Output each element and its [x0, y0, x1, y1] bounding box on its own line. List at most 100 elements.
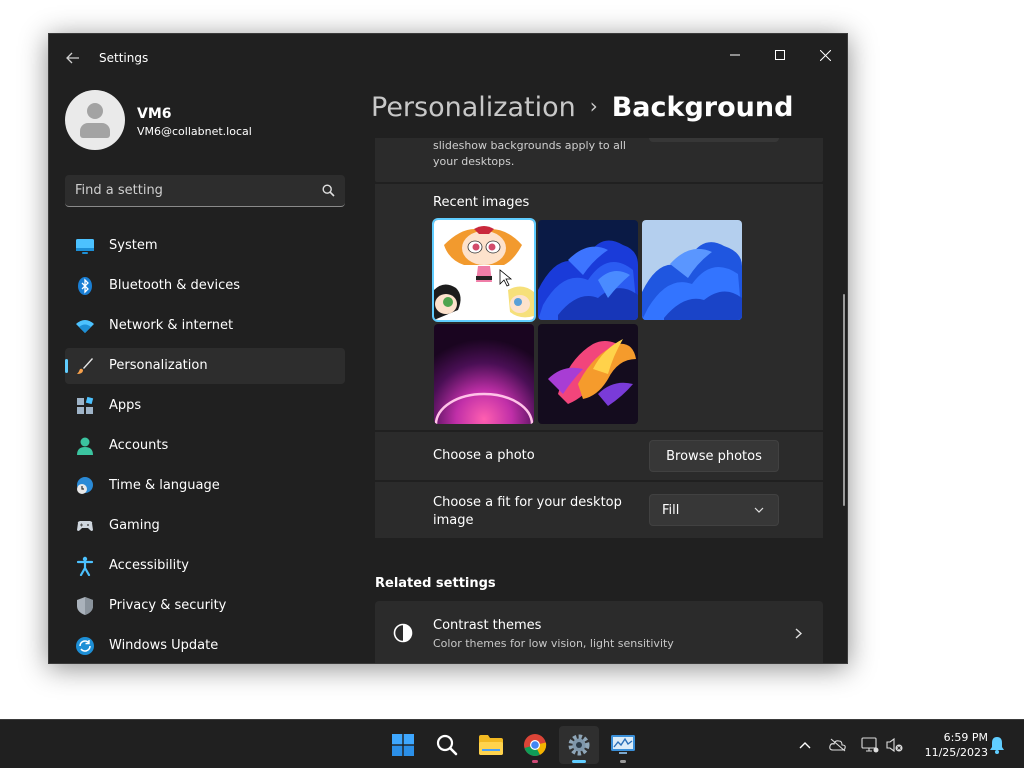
sidebar-item-label: Time & language [109, 478, 220, 493]
sidebar-item-privacy[interactable]: Privacy & security [65, 588, 345, 624]
chevron-up-icon [799, 742, 811, 749]
sidebar-item-accounts[interactable]: Accounts [65, 428, 345, 464]
back-button[interactable] [61, 48, 85, 68]
recent-images-card: Recent images [375, 184, 823, 430]
contrast-themes-card[interactable]: Contrast themes Color themes for low vis… [375, 601, 823, 663]
taskbar-clock[interactable]: 6:59 PM 11/25/2023 [912, 730, 988, 760]
active-indicator [572, 760, 586, 763]
brush-icon [77, 358, 93, 374]
sidebar-item-label: System [109, 238, 158, 253]
chevron-right-icon [795, 628, 802, 639]
fit-dropdown[interactable]: Fill [649, 494, 779, 526]
sidebar-item-label: Gaming [109, 518, 160, 533]
clock-time: 6:59 PM [943, 731, 988, 744]
breadcrumb: Personalization › Background [371, 92, 793, 123]
globe-clock-icon [77, 477, 93, 494]
settings-app-button[interactable] [559, 726, 599, 764]
contrast-icon [393, 623, 413, 643]
sidebar-item-apps[interactable]: Apps [65, 388, 345, 424]
recent-image-2[interactable] [538, 220, 638, 320]
blue-bloom-dark-image [538, 220, 638, 320]
recent-image-5[interactable] [538, 324, 638, 424]
sidebar-item-windows-update[interactable]: Windows Update [65, 628, 345, 663]
recent-image-3[interactable] [642, 220, 742, 320]
volume-tray-button[interactable] [886, 736, 904, 754]
browse-photos-label: Browse photos [666, 448, 762, 464]
search-icon [322, 184, 335, 197]
gamepad-icon [77, 521, 93, 531]
breadcrumb-separator: › [589, 94, 598, 118]
title-bar: Settings [49, 34, 847, 82]
sidebar-item-label: Bluetooth & devices [109, 278, 240, 293]
choose-fit-row: Choose a fit for your desktop image Fill [375, 482, 823, 538]
main-content: slideshow backgrounds apply to all your … [375, 138, 847, 663]
close-button[interactable] [805, 40, 845, 70]
search-box[interactable]: Find a setting [65, 175, 345, 207]
recent-image-4[interactable] [434, 324, 534, 424]
system-icon [76, 239, 94, 254]
search-icon [436, 734, 458, 756]
running-indicator [620, 760, 626, 763]
windows-logo-icon [392, 734, 414, 756]
search-input[interactable]: Find a setting [75, 183, 163, 198]
clock-date: 11/25/2023 [924, 746, 988, 759]
chevron-down-icon [754, 507, 764, 513]
resource-monitor-button[interactable] [603, 726, 643, 764]
monitor-chart-icon [611, 735, 635, 754]
tray-overflow-button[interactable] [796, 736, 814, 754]
sidebar-item-label: Apps [109, 398, 142, 413]
fit-dropdown-value: Fill [662, 502, 680, 518]
contrast-themes-description: Color themes for low vision, light sensi… [433, 637, 674, 650]
chrome-icon [524, 734, 547, 756]
person-icon [77, 437, 93, 455]
notifications-button[interactable] [988, 736, 1006, 754]
sidebar-item-label: Network & internet [109, 318, 234, 333]
sidebar-item-accessibility[interactable]: Accessibility [65, 548, 345, 584]
sidebar-item-personalization[interactable]: Personalization [65, 348, 345, 384]
page-title: Background [611, 92, 794, 123]
sidebar-item-label: Privacy & security [109, 598, 227, 613]
running-indicator [532, 760, 538, 763]
file-explorer-button[interactable] [471, 726, 511, 764]
sidebar-item-bluetooth[interactable]: Bluetooth & devices [65, 268, 345, 304]
cutoff-button[interactable] [649, 138, 779, 142]
choose-fit-label: Choose a fit for your desktop image [433, 495, 622, 528]
settings-window: Settings VM6 VM6@collabnet.local Find a … [48, 33, 848, 664]
breadcrumb-parent[interactable]: Personalization [371, 92, 576, 123]
cloud-offline-icon [829, 738, 846, 752]
sidebar-item-label: Accessibility [109, 558, 189, 573]
onedrive-tray-button[interactable] [829, 736, 847, 754]
start-button[interactable] [383, 726, 423, 764]
slideshow-note: slideshow backgrounds apply to all your … [433, 139, 626, 168]
network-icon [861, 737, 879, 753]
related-settings-heading: Related settings [375, 576, 496, 591]
sidebar-nav: System Bluetooth & devices Network & int… [65, 228, 345, 663]
user-name: VM6 [137, 106, 172, 122]
taskbar-search-button[interactable] [427, 726, 467, 764]
bluetooth-icon [78, 277, 92, 295]
browse-photos-button[interactable]: Browse photos [649, 440, 779, 472]
selection-indicator [65, 359, 68, 373]
sidebar-item-network[interactable]: Network & internet [65, 308, 345, 344]
network-tray-button[interactable] [861, 736, 879, 754]
sidebar-item-gaming[interactable]: Gaming [65, 508, 345, 544]
recent-images-label: Recent images [433, 195, 530, 210]
avatar [65, 90, 125, 150]
recent-image-1[interactable] [434, 220, 534, 320]
taskbar: 6:59 PM 11/25/2023 [0, 719, 1024, 768]
accessibility-icon [76, 556, 94, 576]
wifi-icon [76, 320, 94, 333]
contrast-themes-title: Contrast themes [433, 618, 542, 633]
chrome-button[interactable] [515, 726, 555, 764]
slideshow-card: slideshow backgrounds apply to all your … [375, 138, 823, 182]
minimize-button[interactable] [715, 40, 755, 70]
app-title: Settings [99, 51, 149, 65]
sidebar-item-system[interactable]: System [65, 228, 345, 264]
gear-icon [568, 734, 590, 756]
shield-icon [77, 597, 93, 615]
maximize-button[interactable] [760, 40, 800, 70]
scrollbar[interactable] [843, 294, 845, 506]
back-arrow-icon [66, 52, 79, 64]
sidebar-item-time-language[interactable]: Time & language [65, 468, 345, 504]
blue-bloom-light-image [642, 220, 742, 320]
